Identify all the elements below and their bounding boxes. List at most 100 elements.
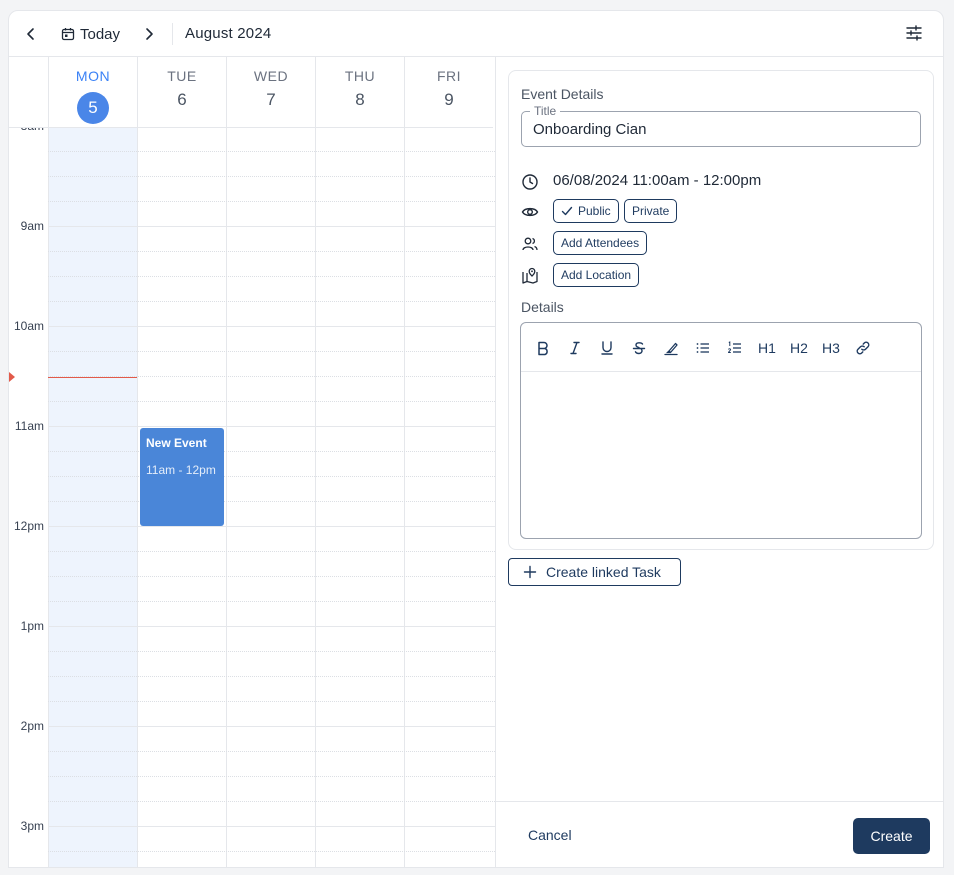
event-title: New Event xyxy=(146,436,207,450)
day-column-wed[interactable] xyxy=(226,128,315,867)
private-label: Private xyxy=(632,204,670,218)
public-visibility-chip[interactable]: Public xyxy=(553,199,619,223)
quarter-line xyxy=(48,851,495,852)
hour-line xyxy=(48,826,495,827)
bold-icon xyxy=(538,341,548,356)
day-header-fri[interactable]: FRI 9 xyxy=(404,57,493,128)
cancel-button[interactable]: Cancel xyxy=(528,827,572,843)
next-week-button[interactable] xyxy=(141,22,157,46)
day-name: TUE xyxy=(167,68,197,84)
check-icon xyxy=(561,206,573,216)
day-date: 5 xyxy=(49,90,137,124)
quarter-line xyxy=(48,751,495,752)
editor-toolbar: H1 H2 H3 xyxy=(521,323,921,372)
strikethrough-icon xyxy=(632,342,646,355)
title-field-label: Title xyxy=(530,104,561,118)
day-header-wed[interactable]: WED 7 xyxy=(226,57,315,128)
numbered-list-icon xyxy=(727,341,741,353)
heading-3-button[interactable]: H3 xyxy=(819,337,843,359)
today-button[interactable]: Today xyxy=(61,22,120,46)
italic-icon xyxy=(570,341,580,355)
day-name: WED xyxy=(253,68,289,84)
hour-line xyxy=(48,726,495,727)
hour-line xyxy=(48,326,495,327)
italic-button[interactable] xyxy=(563,337,587,359)
quarter-line xyxy=(48,701,495,702)
private-visibility-chip[interactable]: Private xyxy=(624,199,678,223)
view-settings-button[interactable] xyxy=(905,24,923,42)
day-column-thu[interactable] xyxy=(315,128,404,867)
bold-button[interactable] xyxy=(531,337,555,359)
hour-line xyxy=(48,526,495,527)
quarter-line xyxy=(48,551,495,552)
quarter-line xyxy=(48,476,495,477)
quarter-line xyxy=(48,801,495,802)
details-editor-body[interactable] xyxy=(521,373,921,538)
numbered-list-button[interactable] xyxy=(723,337,747,359)
add-location-button[interactable]: Add Location xyxy=(553,263,640,287)
highlight-button[interactable] xyxy=(659,337,683,359)
current-time-line xyxy=(48,377,137,378)
calendar-icon xyxy=(61,28,75,41)
quarter-line xyxy=(48,251,495,252)
day-header-tue[interactable]: TUE 6 xyxy=(137,57,226,128)
hour-line xyxy=(48,626,495,627)
week-view: MON 5 TUE 6 WED 7 THU 8 FRI 9 8am 9am 10am 11am 12pm 1… xyxy=(9,57,495,867)
quarter-line xyxy=(48,651,495,652)
bullet-list-button[interactable] xyxy=(691,337,715,359)
create-linked-task-label: Create linked Task xyxy=(546,564,661,580)
day-name: THU xyxy=(344,68,376,84)
event-time: 11am - 12pm xyxy=(146,463,216,477)
today-date-badge: 5 xyxy=(77,92,109,124)
previous-week-button[interactable] xyxy=(23,22,39,46)
chevron-left-icon xyxy=(27,28,34,40)
public-label: Public xyxy=(578,204,611,218)
time-label: 11am xyxy=(14,419,44,433)
quarter-line xyxy=(48,676,495,677)
hour-line xyxy=(48,226,495,227)
heading-2-button[interactable]: H2 xyxy=(787,337,811,359)
event-block[interactable]: New Event 11am - 12pm xyxy=(140,428,224,526)
day-header-thu[interactable]: THU 8 xyxy=(315,57,404,128)
heading-1-button[interactable]: H1 xyxy=(755,337,779,359)
event-datetime[interactable]: 06/08/2024 11:00am - 12:00pm xyxy=(553,172,761,189)
create-linked-task-button[interactable]: Create linked Task xyxy=(508,558,681,586)
month-label: August 2024 xyxy=(185,25,272,42)
day-header-mon[interactable]: MON 5 xyxy=(48,57,137,128)
calendar-app: Today August 2024 MON 5 TUE 6 WED 7 THU 8 FRI 9 8… xyxy=(8,10,944,868)
clock-icon xyxy=(521,173,539,191)
current-time-marker xyxy=(9,372,15,382)
quarter-line xyxy=(48,176,495,177)
strikethrough-button[interactable] xyxy=(627,337,651,359)
add-attendees-button[interactable]: Add Attendees xyxy=(553,231,648,255)
time-gutter-header xyxy=(9,57,48,128)
map-pin-icon xyxy=(521,267,539,285)
quarter-line xyxy=(48,451,495,452)
quarter-line xyxy=(48,576,495,577)
title-field[interactable]: Title xyxy=(521,104,921,147)
quarter-line xyxy=(48,151,495,152)
day-date: 9 xyxy=(444,90,454,109)
time-grid[interactable]: 8am 9am 10am 11am 12pm 1pm 2pm 3pm New Event 11… xyxy=(9,128,495,867)
day-date: 6 xyxy=(177,90,187,109)
quarter-line xyxy=(48,601,495,602)
time-label: 10am xyxy=(13,319,44,333)
bullet-list-icon xyxy=(696,343,709,353)
quarter-line xyxy=(48,201,495,202)
underline-button[interactable] xyxy=(595,337,619,359)
quarter-line xyxy=(48,276,495,277)
highlighter-icon xyxy=(664,342,678,356)
time-label: 1pm xyxy=(20,619,44,633)
time-label: 12pm xyxy=(13,519,44,533)
day-column-fri[interactable] xyxy=(404,128,493,867)
day-column-mon[interactable] xyxy=(48,128,137,867)
title-input[interactable] xyxy=(533,121,903,138)
toolbar-divider xyxy=(172,23,173,45)
time-label: 2pm xyxy=(20,719,44,733)
today-label: Today xyxy=(80,25,121,43)
create-button[interactable]: Create xyxy=(853,818,930,854)
sliders-icon xyxy=(906,25,922,41)
quarter-line xyxy=(48,501,495,502)
insert-link-button[interactable] xyxy=(851,337,875,359)
day-date: 7 xyxy=(266,90,276,109)
